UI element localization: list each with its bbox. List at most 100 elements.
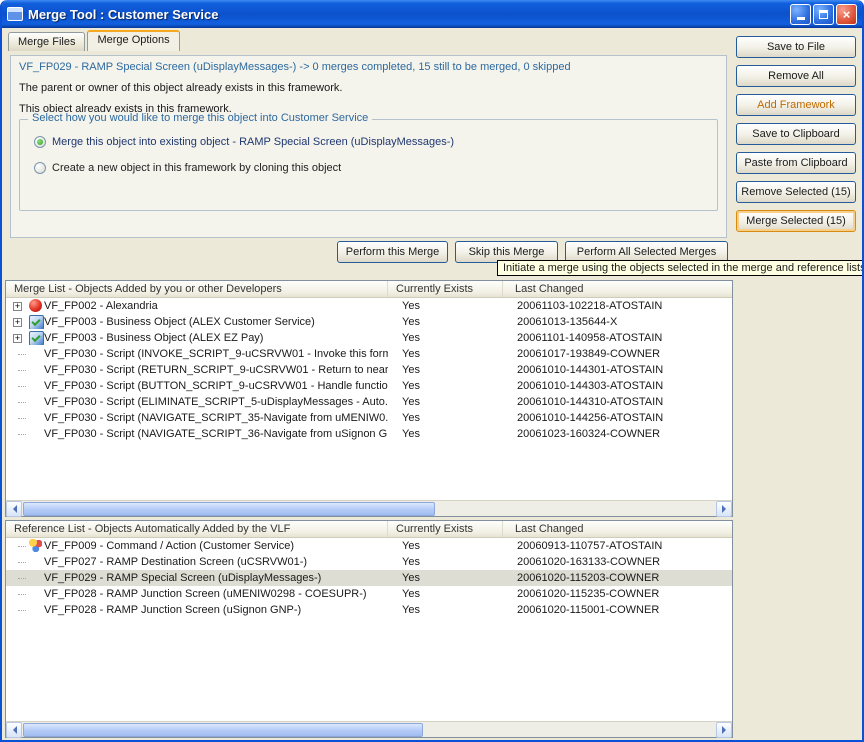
- currently-exists-value: Yes: [388, 540, 503, 552]
- save-to-clipboard-button[interactable]: Save to Clipboard: [736, 123, 856, 145]
- currently-exists-value: Yes: [388, 364, 503, 376]
- last-changed-value: 20061010-144303-ATOSTAIN: [503, 380, 732, 392]
- tree-connector: [18, 562, 26, 563]
- last-changed-value: 20061020-115235-COWNER: [503, 588, 732, 600]
- scroll-left-button[interactable]: [6, 722, 22, 738]
- last-changed-value: 20060913-110757-ATOSTAIN: [503, 540, 732, 552]
- expand-icon[interactable]: +: [13, 318, 22, 327]
- paste-from-clipboard-button[interactable]: Paste from Clipboard: [736, 152, 856, 174]
- merge-list-row[interactable]: VF_FP030 - Script (NAVIGATE_SCRIPT_36-Na…: [6, 426, 732, 442]
- tab-merge-options[interactable]: Merge Options: [87, 30, 179, 51]
- radio-clone-object[interactable]: [34, 162, 46, 174]
- close-button[interactable]: ×: [836, 4, 857, 25]
- last-changed-value: 20061020-163133-COWNER: [503, 556, 732, 568]
- scroll-left-button[interactable]: [6, 501, 22, 517]
- maximize-button[interactable]: [813, 4, 834, 25]
- merge-list-row[interactable]: + VF_FP002 - Alexandria Yes 20061103-102…: [6, 298, 732, 314]
- tooltip: Initiate a merge using the objects selec…: [497, 260, 864, 276]
- last-changed-value: 20061020-115203-COWNER: [503, 572, 732, 584]
- remove-selected-button[interactable]: Remove Selected (15): [736, 181, 856, 203]
- app-icon: [7, 7, 23, 21]
- reference-list-header-exists[interactable]: Currently Exists: [388, 521, 503, 537]
- merge-options-panel: VF_FP029 - RAMP Special Screen (uDisplay…: [10, 55, 727, 238]
- expand-icon[interactable]: +: [13, 302, 22, 311]
- merge-list-header-name[interactable]: Merge List - Objects Added by you or oth…: [6, 281, 388, 297]
- radio-clone-label: Create a new object in this framework by…: [52, 162, 341, 174]
- merge-list-row[interactable]: + VF_FP003 - Business Object (ALEX EZ Pa…: [6, 330, 732, 346]
- tab-merge-files[interactable]: Merge Files: [8, 32, 85, 51]
- merge-list: Merge List - Objects Added by you or oth…: [5, 280, 733, 517]
- object-name: VF_FP030 - Script (NAVIGATE_SCRIPT_36-Na…: [44, 428, 388, 440]
- scroll-thumb[interactable]: [23, 723, 423, 737]
- reference-list-header-name[interactable]: Reference List - Objects Automatically A…: [6, 521, 388, 537]
- tree-connector: [18, 434, 26, 435]
- reference-list-row[interactable]: VF_FP009 - Command / Action (Customer Se…: [6, 538, 732, 554]
- merge-selected-button[interactable]: Merge Selected (15): [736, 210, 856, 232]
- last-changed-value: 20061101-140958-ATOSTAIN: [503, 332, 732, 344]
- perform-merge-button[interactable]: Perform this Merge: [337, 241, 448, 263]
- currently-exists-value: Yes: [388, 380, 503, 392]
- merge-list-row[interactable]: + VF_FP003 - Business Object (ALEX Custo…: [6, 314, 732, 330]
- scroll-thumb[interactable]: [23, 502, 435, 516]
- icon-spacer: [28, 363, 44, 377]
- object-name: VF_FP028 - RAMP Junction Screen (uSignon…: [44, 604, 301, 616]
- icon-spacer: [28, 347, 44, 361]
- add-framework-button[interactable]: Add Framework: [736, 94, 856, 116]
- scroll-left-icon: [9, 726, 17, 734]
- reference-list-row-selected[interactable]: VF_FP029 - RAMP Special Screen (uDisplay…: [6, 570, 732, 586]
- titlebar[interactable]: Merge Tool : Customer Service ×: [2, 0, 862, 28]
- merge-list-row[interactable]: VF_FP030 - Script (NAVIGATE_SCRIPT_35-Na…: [6, 410, 732, 426]
- object-name: VF_FP030 - Script (INVOKE_SCRIPT_9-uCSRV…: [44, 348, 388, 360]
- reference-list-row[interactable]: VF_FP027 - RAMP Destination Screen (uCSR…: [6, 554, 732, 570]
- reference-list-header-changed[interactable]: Last Changed: [503, 521, 732, 537]
- reference-list-hscrollbar[interactable]: [6, 721, 732, 737]
- business-object-icon: [28, 331, 44, 345]
- window-title: Merge Tool : Customer Service: [28, 7, 218, 22]
- save-to-file-button[interactable]: Save to File: [736, 36, 856, 58]
- merge-list-header-exists[interactable]: Currently Exists: [388, 281, 503, 297]
- currently-exists-value: Yes: [388, 556, 503, 568]
- remove-all-button[interactable]: Remove All: [736, 65, 856, 87]
- reference-list-row[interactable]: VF_FP028 - RAMP Junction Screen (uMENIW0…: [6, 586, 732, 602]
- tree-connector: [18, 578, 26, 579]
- merge-list-row[interactable]: VF_FP030 - Script (BUTTON_SCRIPT_9-uCSRV…: [6, 378, 732, 394]
- minimize-icon: [797, 17, 805, 20]
- currently-exists-value: Yes: [388, 428, 503, 440]
- merge-list-row[interactable]: VF_FP030 - Script (INVOKE_SCRIPT_9-uCSRV…: [6, 346, 732, 362]
- merge-list-row[interactable]: VF_FP030 - Script (RETURN_SCRIPT_9-uCSRV…: [6, 362, 732, 378]
- last-changed-value: 20061013-135644-X: [503, 316, 732, 328]
- tab-strip: Merge Files Merge Options: [8, 30, 182, 51]
- radio-merge-existing[interactable]: [34, 136, 46, 148]
- tree-connector: [18, 610, 26, 611]
- merge-list-header-changed[interactable]: Last Changed: [503, 281, 732, 297]
- merge-list-row[interactable]: VF_FP030 - Script (ELIMINATE_SCRIPT_5-uD…: [6, 394, 732, 410]
- icon-spacer: [28, 411, 44, 425]
- currently-exists-value: Yes: [388, 572, 503, 584]
- tree-connector: [18, 370, 26, 371]
- currently-exists-value: Yes: [388, 316, 503, 328]
- currently-exists-value: Yes: [388, 348, 503, 360]
- tree-connector: [18, 546, 26, 547]
- object-name: VF_FP028 - RAMP Junction Screen (uMENIW0…: [44, 588, 367, 600]
- scroll-right-button[interactable]: [716, 722, 732, 738]
- object-name: VF_FP027 - RAMP Destination Screen (uCSR…: [44, 556, 307, 568]
- scroll-right-button[interactable]: [716, 501, 732, 517]
- currently-exists-value: Yes: [388, 588, 503, 600]
- last-changed-value: 20061103-102218-ATOSTAIN: [503, 300, 732, 312]
- object-name: VF_FP030 - Script (RETURN_SCRIPT_9-uCSRV…: [44, 364, 388, 376]
- icon-spacer: [28, 587, 44, 601]
- expand-icon[interactable]: +: [13, 334, 22, 343]
- icon-spacer: [28, 395, 44, 409]
- merge-list-hscrollbar[interactable]: [6, 500, 732, 516]
- minimize-button[interactable]: [790, 4, 811, 25]
- radio-row-clone[interactable]: Create a new object in this framework by…: [34, 162, 341, 174]
- merge-choice-groupbox: Select how you would like to merge this …: [19, 119, 718, 211]
- reference-list-row[interactable]: VF_FP028 - RAMP Junction Screen (uSignon…: [6, 602, 732, 618]
- reference-list-rows: VF_FP009 - Command / Action (Customer Se…: [6, 538, 732, 721]
- last-changed-value: 20061010-144310-ATOSTAIN: [503, 396, 732, 408]
- object-name: VF_FP029 - RAMP Special Screen (uDisplay…: [44, 572, 321, 584]
- command-action-icon: [28, 539, 44, 553]
- object-name: VF_FP030 - Script (NAVIGATE_SCRIPT_35-Na…: [44, 412, 388, 424]
- radio-row-merge-existing[interactable]: Merge this object into existing object -…: [34, 136, 454, 148]
- business-object-icon: [28, 315, 44, 329]
